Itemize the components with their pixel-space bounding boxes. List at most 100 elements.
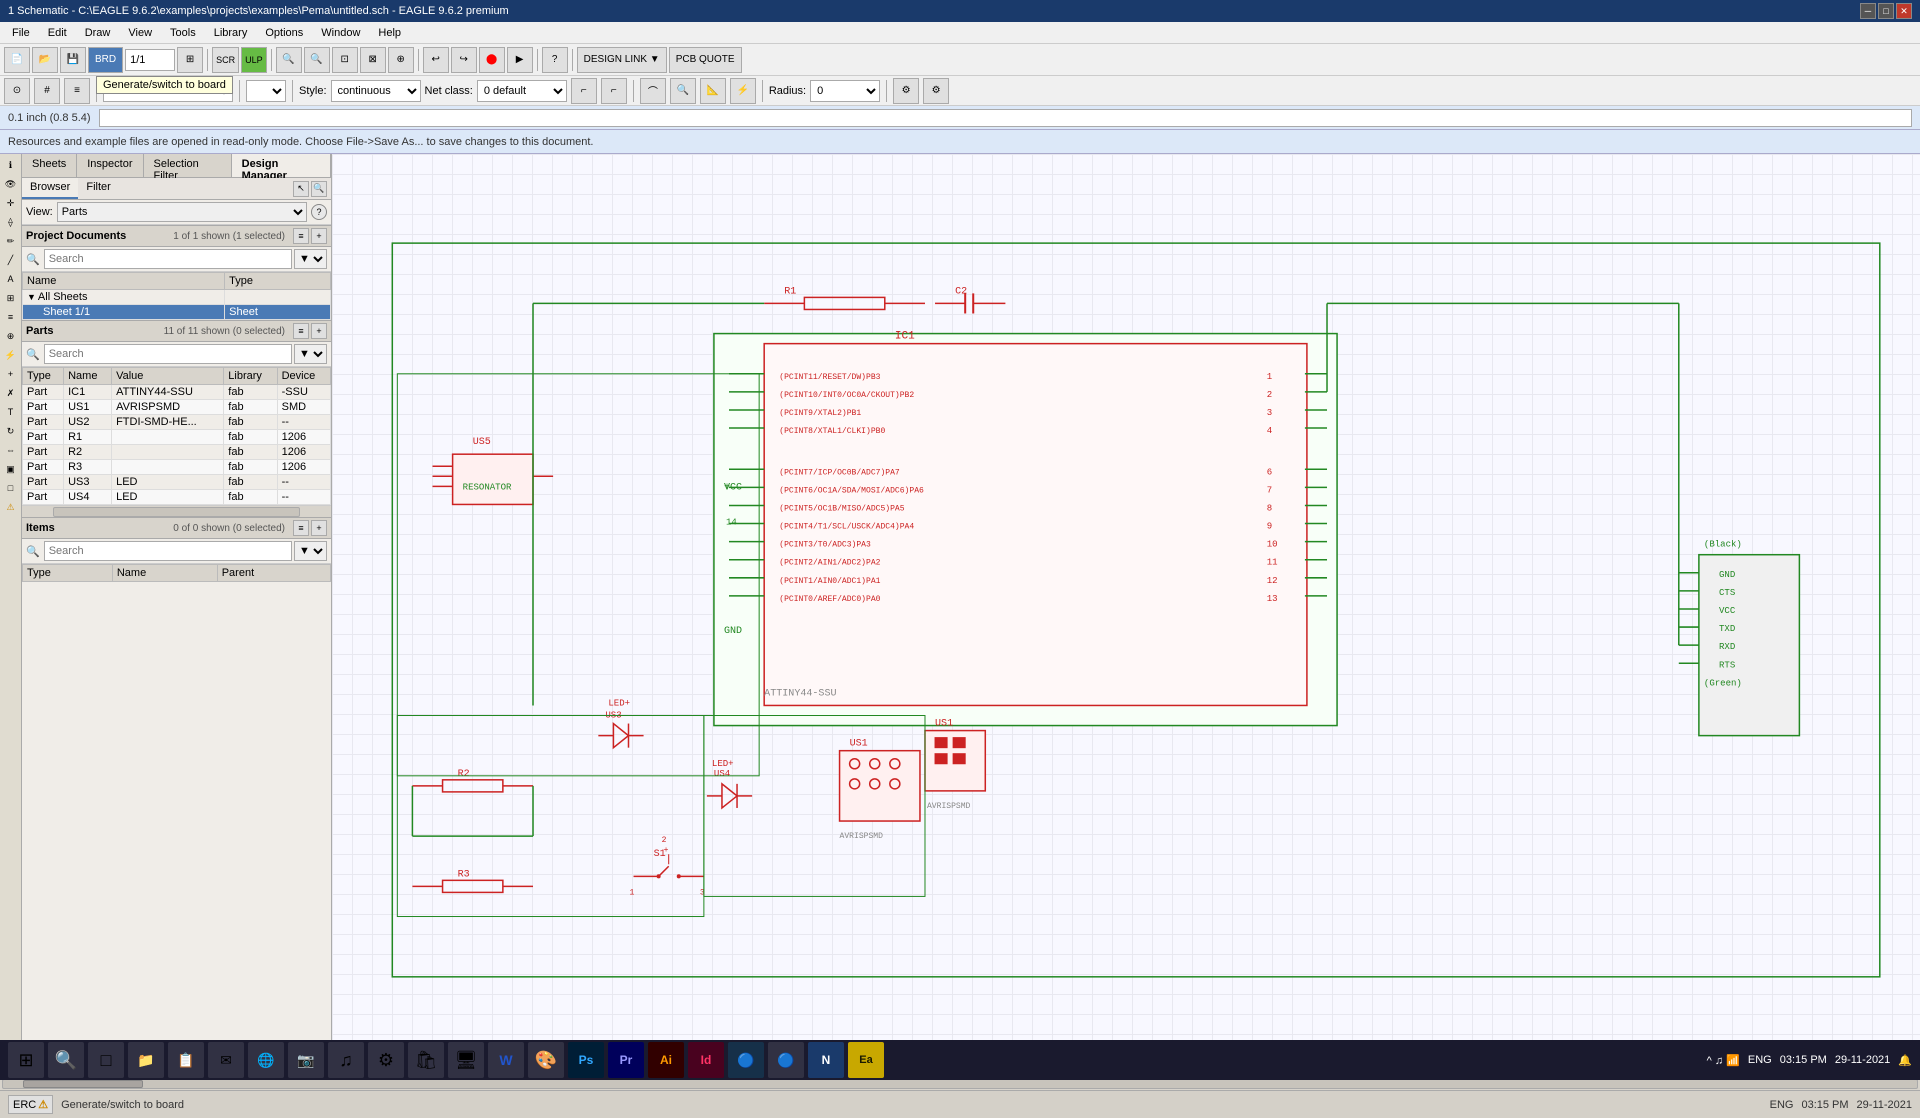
draw-tool[interactable]: ✏ xyxy=(2,232,20,250)
taskbar-notification[interactable]: 🔔 xyxy=(1898,1054,1912,1067)
taskbar-premiere[interactable]: Pr xyxy=(608,1042,644,1078)
items-search-input[interactable] xyxy=(44,541,292,561)
snap-button[interactable]: ⊙ xyxy=(4,78,30,104)
parts-scroll-track[interactable] xyxy=(53,507,300,517)
layers-button[interactable]: ≡ xyxy=(64,78,90,104)
items-add[interactable]: + xyxy=(311,520,327,536)
taskbar-music[interactable]: ♫ xyxy=(328,1042,364,1078)
crosshair-tool[interactable]: ✛ xyxy=(2,194,20,212)
corner-button[interactable]: ⌒ xyxy=(640,78,666,104)
start-button[interactable]: ⊞ xyxy=(8,1042,44,1078)
maximize-button[interactable]: □ xyxy=(1878,3,1894,19)
project-docs-add[interactable]: + xyxy=(311,228,327,244)
table-row[interactable]: Sheet 1/1 Sheet xyxy=(23,305,331,320)
taskbar-settings[interactable]: ⚙ xyxy=(368,1042,404,1078)
forward-button[interactable]: ▶ xyxy=(507,47,533,73)
page-input[interactable] xyxy=(125,49,175,71)
pcb-quote-button[interactable]: PCB QUOTE xyxy=(669,47,742,73)
settings1-button[interactable]: ⚙ xyxy=(893,78,919,104)
zoom-area-button[interactable]: ⊠ xyxy=(360,47,386,73)
rotate-tool[interactable]: ↻ xyxy=(2,422,20,440)
taskbar-photos[interactable]: 📷 xyxy=(288,1042,324,1078)
subtab-browser[interactable]: Browser xyxy=(22,178,78,199)
menu-library[interactable]: Library xyxy=(206,25,256,41)
taskbar-explorer[interactable]: 📁 xyxy=(128,1042,164,1078)
tab-sheets[interactable]: Sheets xyxy=(22,154,77,177)
menu-tools[interactable]: Tools xyxy=(162,25,204,41)
menu-edit[interactable]: Edit xyxy=(40,25,75,41)
line-tool[interactable]: ╱ xyxy=(2,251,20,269)
bus-tool[interactable]: ≡ xyxy=(2,308,20,326)
table-row[interactable]: PartR2fab1206 xyxy=(23,445,331,460)
close-button[interactable]: ✕ xyxy=(1896,3,1912,19)
open-button[interactable]: 📂 xyxy=(32,47,58,73)
taskbar-eagle[interactable]: Ea xyxy=(848,1042,884,1078)
erc-button[interactable]: ERC ⚠ xyxy=(8,1095,53,1114)
menu-file[interactable]: File xyxy=(4,25,38,41)
zoom-btn2[interactable]: 🔍 xyxy=(670,78,696,104)
ulp-button[interactable]: ULP xyxy=(241,47,267,73)
taskbar-indesign[interactable]: Id xyxy=(688,1042,724,1078)
redo-button[interactable]: ↪ xyxy=(451,47,477,73)
table-row[interactable]: PartUS4LEDfab-- xyxy=(23,490,331,505)
info-tool[interactable]: ℹ xyxy=(2,156,20,174)
zoom-fit-button[interactable]: ⊡ xyxy=(332,47,358,73)
search-taskbar[interactable]: 🔍 xyxy=(48,1042,84,1078)
table-row[interactable]: PartR3fab1206 xyxy=(23,460,331,475)
stop-button[interactable]: ⬤ xyxy=(479,47,505,73)
view-select[interactable]: Parts Net Classes Sheets xyxy=(57,202,307,222)
task-view[interactable]: □ xyxy=(88,1042,124,1078)
netclass-select[interactable]: 0 default xyxy=(477,80,567,102)
taskbar-store[interactable]: 🛍 xyxy=(408,1042,444,1078)
taskbar-browser[interactable]: 🌐 xyxy=(248,1042,284,1078)
arc-tool-button[interactable]: ⌐ xyxy=(601,78,627,104)
net-tool[interactable]: ⊞ xyxy=(2,289,20,307)
scrollbar-thumb[interactable] xyxy=(23,1080,143,1088)
table-row[interactable]: PartUS3LEDfab-- xyxy=(23,475,331,490)
power-tool[interactable]: ⚡ xyxy=(2,346,20,364)
schematic-canvas[interactable]: IC1 ATTINY44-SSU (PCINT11/RESET/DW)PB3 (… xyxy=(332,154,1920,1076)
save-button[interactable]: 💾 xyxy=(60,47,86,73)
schematic-diagram[interactable]: IC1 ATTINY44-SSU (PCINT11/RESET/DW)PB3 (… xyxy=(332,154,1920,1076)
taskbar-mail[interactable]: ✉ xyxy=(208,1042,244,1078)
menu-view[interactable]: View xyxy=(120,25,160,41)
settings2-button[interactable]: ⚙ xyxy=(923,78,949,104)
zoom-in-button[interactable]: 🔍 xyxy=(276,47,302,73)
project-docs-search-input[interactable] xyxy=(44,249,292,269)
items-search-select[interactable]: ▼ xyxy=(294,541,327,561)
tab-design-manager[interactable]: Design Manager xyxy=(232,154,331,177)
menu-draw[interactable]: Draw xyxy=(77,25,119,41)
project-docs-search-select[interactable]: ▼ xyxy=(294,249,327,269)
zoom-out-button[interactable]: 🔍 xyxy=(304,47,330,73)
project-docs-menu[interactable]: ≡ xyxy=(293,228,309,244)
items-menu[interactable]: ≡ xyxy=(293,520,309,536)
label-tool[interactable]: A xyxy=(2,270,20,288)
taskbar-photoshop[interactable]: Ps xyxy=(568,1042,604,1078)
table-row[interactable]: PartUS1AVRISPSMDfabSMD xyxy=(23,400,331,415)
design-link-button[interactable]: DESIGN LINK ▼ xyxy=(577,47,667,73)
group-tool[interactable]: ▣ xyxy=(2,460,20,478)
new-button[interactable]: 📄 xyxy=(4,47,30,73)
ungroup-tool[interactable]: □ xyxy=(2,479,20,497)
parts-search-input[interactable] xyxy=(44,344,292,364)
menu-help[interactable]: Help xyxy=(370,25,409,41)
table-row[interactable]: PartUS2FTDI-SMD-HE...fab-- xyxy=(23,415,331,430)
taskbar-notepad[interactable]: N xyxy=(808,1042,844,1078)
undo-button[interactable]: ↩ xyxy=(423,47,449,73)
minimize-button[interactable]: ─ xyxy=(1860,3,1876,19)
measure-button[interactable]: 📐 xyxy=(700,78,726,104)
taskbar-chrome[interactable]: 🔵 xyxy=(768,1042,804,1078)
tree-expand[interactable]: ▼ xyxy=(27,292,36,302)
print-button[interactable]: BRD xyxy=(88,47,123,73)
board-switch-button[interactable]: ⊞ xyxy=(177,47,203,73)
panel-search-tool[interactable]: 🔍 xyxy=(311,181,327,197)
wire-tool-button[interactable]: ⌐ xyxy=(571,78,597,104)
parts-search-select[interactable]: ▼ xyxy=(294,344,327,364)
subtab-filter[interactable]: Filter xyxy=(78,178,118,199)
add-tool[interactable]: + xyxy=(2,365,20,383)
grid-button[interactable]: # xyxy=(34,78,60,104)
text-tool[interactable]: T xyxy=(2,403,20,421)
smash-button[interactable]: ⚡ xyxy=(730,78,756,104)
menu-window[interactable]: Window xyxy=(313,25,368,41)
parts-menu[interactable]: ≡ xyxy=(293,323,309,339)
